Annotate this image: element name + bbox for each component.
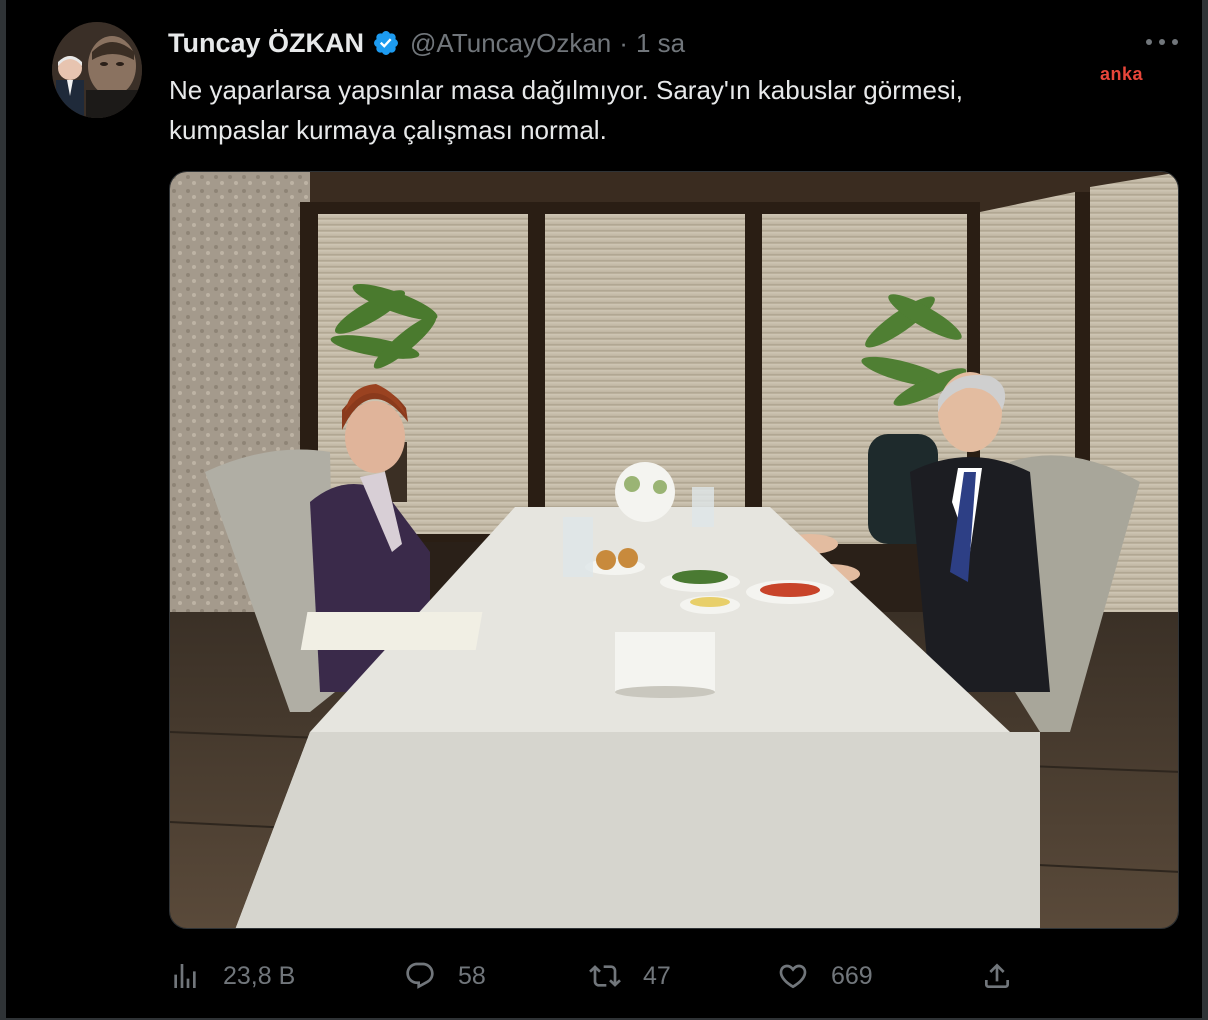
author-name[interactable]: Tuncay ÖZKAN xyxy=(168,28,364,59)
views-action[interactable]: 23,8 B xyxy=(169,950,295,1002)
tweet-timestamp[interactable]: 1 sa xyxy=(636,28,685,59)
tweet-actions: 23,8 B 58 47 669 xyxy=(169,950,1039,1002)
tweet-frame: Tuncay ÖZKAN @ATuncayOzkan · 1 sa anka N… xyxy=(0,0,1208,1020)
reply-action[interactable]: 58 xyxy=(404,950,486,1002)
like-count: 669 xyxy=(831,961,873,990)
more-options-icon[interactable] xyxy=(1146,34,1178,50)
retweet-icon xyxy=(589,965,621,987)
like-action[interactable]: 669 xyxy=(777,950,873,1002)
header-separator: · xyxy=(619,27,628,58)
author-handle[interactable]: @ATuncayOzkan xyxy=(410,28,611,59)
views-count: 23,8 B xyxy=(223,961,296,990)
tweet-header: Tuncay ÖZKAN @ATuncayOzkan · 1 sa xyxy=(168,26,685,60)
tweet-photo[interactable] xyxy=(169,171,1179,929)
views-icon xyxy=(174,964,196,988)
verified-badge-icon xyxy=(374,31,398,55)
reply-icon xyxy=(406,962,434,989)
watermark-logo: anka xyxy=(1100,64,1144,84)
retweet-action[interactable]: 47 xyxy=(589,950,671,1002)
author-avatar[interactable] xyxy=(52,22,142,118)
share-action[interactable] xyxy=(981,950,1013,1002)
share-icon xyxy=(985,963,1009,988)
retweet-count: 47 xyxy=(643,961,671,990)
tweet-text: Ne yaparlarsa yapsınlar masa dağılmıyor.… xyxy=(169,75,963,145)
like-icon xyxy=(779,964,807,989)
reply-count: 58 xyxy=(458,961,486,990)
